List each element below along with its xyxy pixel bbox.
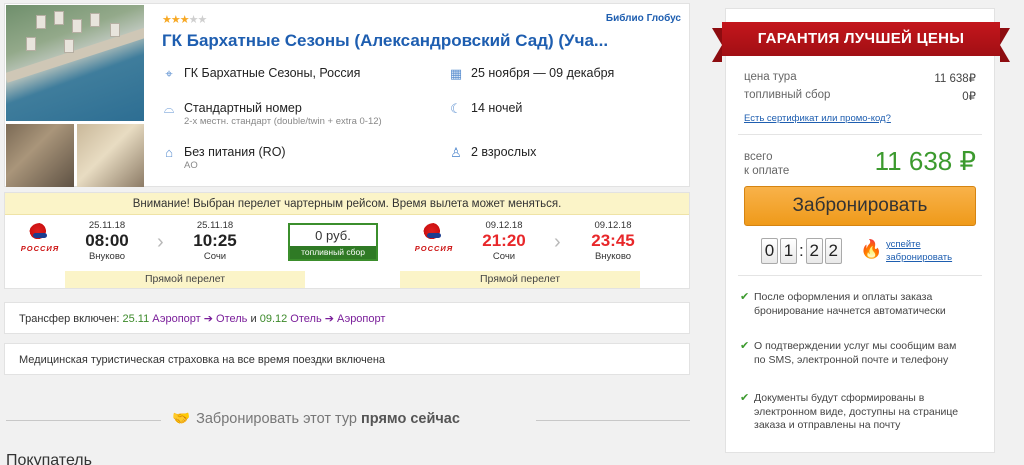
hotel-photo-room[interactable] [6, 124, 74, 187]
outbound-arrival: 25.11.18 10:25 Сочи [193, 220, 237, 262]
feature-item: ✔ Документы будут сформированы в электрон… [740, 392, 959, 431]
fuel-surcharge-box: 0 руб. топливный сбор [288, 223, 378, 261]
calendar-icon: ▦ [449, 66, 463, 81]
hotel-stars: ★★★★★ [162, 14, 207, 26]
fuel-fee-row: топливный сбор 0₽ [744, 89, 976, 103]
chevron-right-icon: › [554, 231, 561, 253]
outbound-departure: 25.11.18 08:00 Внуково [85, 220, 129, 262]
hurry-book-link[interactable]: успейте забронировать [886, 238, 952, 264]
hotel-card: ★★★★★ Библио Глобус ГК Бархатные Сезоны … [4, 3, 690, 187]
hotel-name-link[interactable]: ГК Бархатные Сезоны (Александровский Сад… [162, 31, 608, 51]
bed-icon: ⌓ [163, 101, 175, 116]
flight-card: Внимание! Выбран перелет чартерным рейсо… [4, 192, 690, 289]
promo-code-link[interactable]: Есть сертификат или промо-код? [744, 113, 891, 124]
transfer-info: Трансфер включен: 25.11 Аэропорт ➔ Отель… [4, 302, 690, 334]
countdown-timer: 0 1 : 2 2 [761, 238, 844, 264]
moon-icon: ☾ [450, 101, 462, 116]
best-price-ribbon: ГАРАНТИЯ ЛУЧШЕЙ ЦЕНЫ [712, 22, 1010, 62]
airline-logo-inbound: РОССИЯ [409, 223, 459, 253]
charter-notice: Внимание! Выбран перелет чартерным рейсо… [5, 193, 689, 215]
check-icon: ✔ [740, 340, 750, 352]
buyer-section-title: Покупатель [6, 452, 92, 465]
total-price: 11 638 ₽ [874, 146, 976, 176]
person-icon: ♙ [450, 145, 462, 160]
hotel-photo-bathroom[interactable] [77, 124, 144, 187]
feature-item: ✔ После оформления и оплаты заказа бронир… [740, 291, 946, 317]
total-label: всего к оплате [744, 151, 790, 177]
divider-left [6, 420, 161, 421]
feature-item: ✔ О подтверждении услуг мы сообщим вам по… [740, 340, 957, 366]
tour-operator: Библио Глобус [605, 13, 681, 24]
hotel-photo-main[interactable] [6, 5, 144, 121]
outbound-direct-label: Прямой перелет [65, 271, 305, 288]
inbound-direct-label: Прямой перелет [400, 271, 640, 288]
book-now-heading: 🤝 Забронировать этот тур прямо сейчас [172, 411, 460, 427]
handshake-icon: 🤝 [172, 411, 191, 427]
check-icon: ✔ [740, 392, 750, 404]
tour-price-row: цена тура 11 638₽ [744, 71, 976, 85]
chevron-right-icon: › [157, 231, 164, 253]
book-button[interactable]: Забронировать [744, 186, 976, 226]
inbound-departure: 09.12.18 21:20 Сочи [482, 220, 526, 262]
map-pin-icon: ⌖ [165, 66, 173, 81]
flame-icon: 🔥 [860, 239, 883, 259]
meal-icon: ⌂ [165, 145, 173, 160]
inbound-arrival: 09.12.18 23:45 Внуково [591, 220, 635, 262]
booking-sidebar: ГАРАНТИЯ ЛУЧШЕЙ ЦЕНЫ цена тура 11 638₽ то… [712, 8, 1010, 453]
airline-logo-outbound: РОССИЯ [15, 223, 65, 253]
insurance-info: Медицинская туристическая страховка на в… [4, 343, 690, 375]
check-icon: ✔ [740, 291, 750, 303]
divider-right [536, 420, 690, 421]
